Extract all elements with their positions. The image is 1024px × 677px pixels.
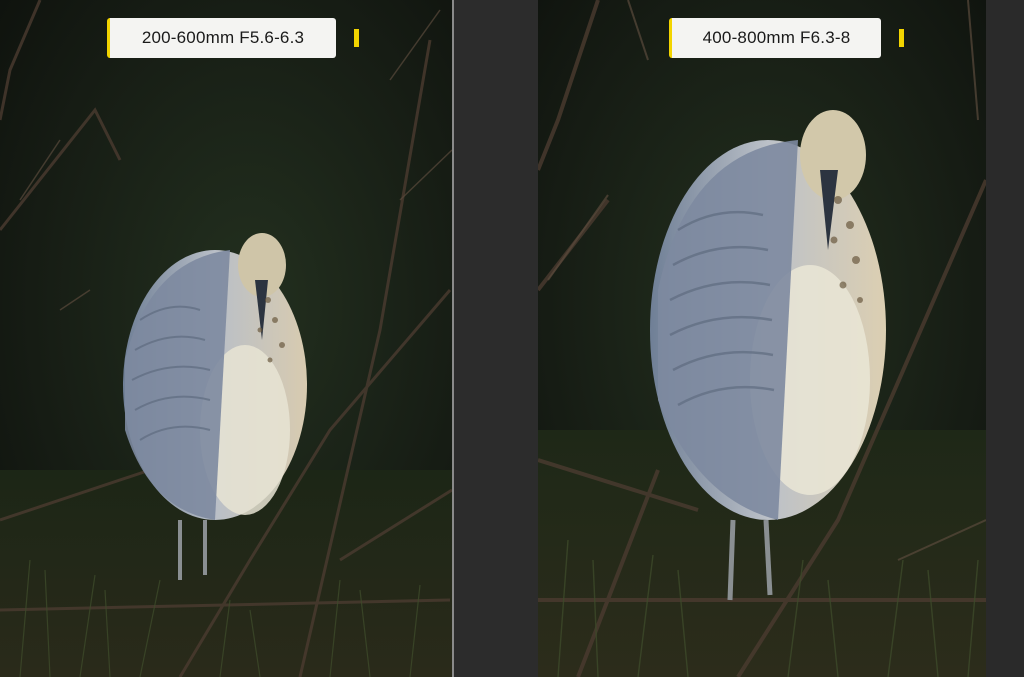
- photo-panel-right: [538, 0, 986, 677]
- lens-label-right: 400-800mm F6.3-8: [669, 18, 881, 58]
- lens-label-left-text: 200-600mm F5.6-6.3: [141, 28, 305, 47]
- yellow-marker-right: [899, 29, 904, 47]
- lens-comparison-view: 200-600mm F5.6-6.3 400-800mm F6.3-8: [0, 0, 1024, 677]
- lens-label-right-text: 400-800mm F6.3-8: [702, 28, 851, 47]
- heron-photo-left: [0, 0, 452, 677]
- photo-panel-left: [0, 0, 452, 677]
- lens-label-left: 200-600mm F5.6-6.3: [107, 18, 336, 58]
- yellow-marker-left: [354, 29, 359, 47]
- heron-photo-right: [538, 0, 986, 677]
- center-gutter: [454, 0, 538, 677]
- right-gutter: [986, 0, 1024, 677]
